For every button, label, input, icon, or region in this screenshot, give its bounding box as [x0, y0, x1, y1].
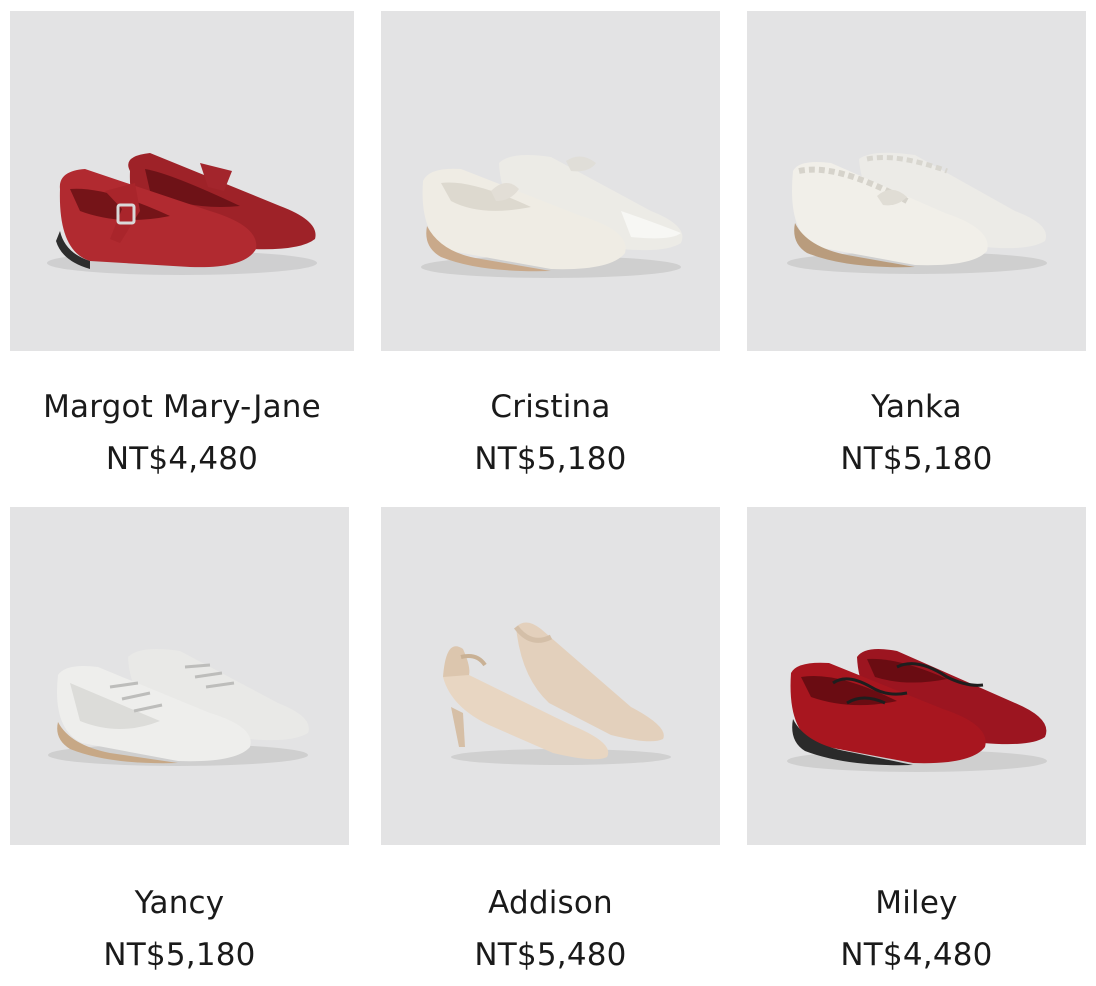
- product-name[interactable]: Miley: [747, 883, 1086, 923]
- white-lace-up-sneakers-image[interactable]: [10, 507, 349, 845]
- product-price: NT$4,480: [840, 937, 993, 973]
- product-name[interactable]: Margot Mary-Jane: [10, 387, 354, 427]
- beige-slingback-pumps-image[interactable]: [381, 507, 720, 845]
- product-card-addison[interactable]: Addison NT$5,480: [381, 507, 720, 977]
- product-price: NT$5,180: [840, 441, 993, 477]
- product-price: NT$5,180: [103, 937, 256, 973]
- product-card-miley[interactable]: Miley NT$4,480: [747, 507, 1086, 977]
- product-card-yancy[interactable]: Yancy NT$5,180: [10, 507, 349, 977]
- product-price: NT$4,480: [105, 441, 259, 477]
- white-bow-ballet-flats-image[interactable]: [381, 11, 720, 351]
- product-name[interactable]: Cristina: [381, 387, 720, 427]
- product-name[interactable]: Addison: [381, 883, 720, 923]
- product-card-margot[interactable]: Margot Mary-Jane NT$4,480: [10, 11, 354, 481]
- red-lace-up-ballet-flats-image[interactable]: [747, 507, 1086, 845]
- product-price: NT$5,480: [474, 937, 627, 973]
- product-card-cristina[interactable]: Cristina NT$5,180: [381, 11, 720, 481]
- red-mary-jane-flats-image[interactable]: [10, 11, 354, 351]
- product-name[interactable]: Yancy: [10, 883, 349, 923]
- white-ruched-bow-flats-image[interactable]: [747, 11, 1086, 351]
- product-name[interactable]: Yanka: [747, 387, 1086, 427]
- product-card-yanka[interactable]: Yanka NT$5,180: [747, 11, 1086, 481]
- product-price: NT$5,180: [474, 441, 627, 477]
